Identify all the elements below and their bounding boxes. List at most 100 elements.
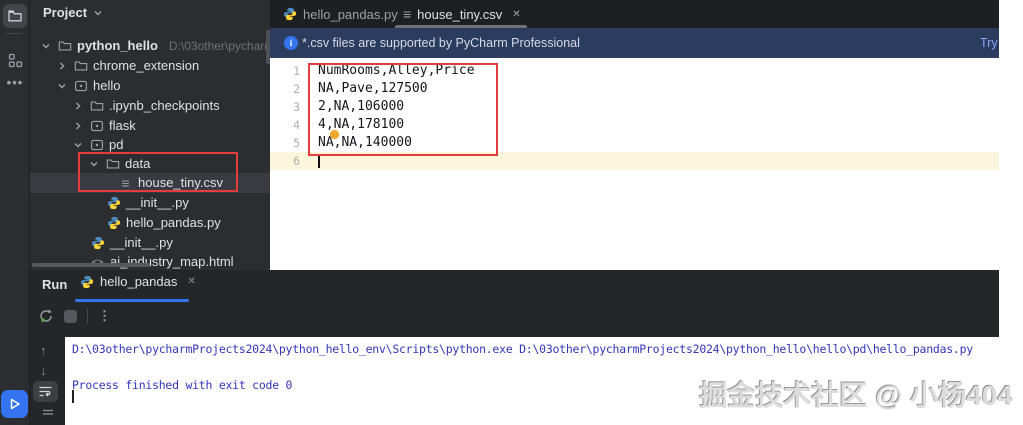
- pycharm-window: ••• Project python_hello D:\03other\pych…: [0, 0, 1023, 425]
- run-tool-button[interactable]: [1, 390, 28, 418]
- chevron-down-icon: [93, 8, 103, 18]
- prev-occurrence-icon[interactable]: ↑: [40, 343, 47, 358]
- line-number: 6: [293, 154, 300, 168]
- csv-file-icon: ≡: [403, 6, 412, 22]
- soft-wrap-button[interactable]: [33, 381, 58, 402]
- info-icon: i: [284, 36, 298, 50]
- code-line: 5 NA,NA,140000: [270, 134, 999, 152]
- tab-house-tiny-csv[interactable]: ≡ house_tiny.csv ✕: [403, 0, 521, 28]
- package-icon: [73, 79, 88, 94]
- code-text: NumRooms,Alley,Price: [318, 63, 475, 78]
- line-number: 5: [293, 136, 300, 150]
- tree-item-hello[interactable]: hello: [56, 76, 120, 96]
- project-panel-title: Project: [43, 5, 88, 20]
- line-number: 2: [293, 82, 300, 96]
- line-number: 1: [293, 64, 300, 78]
- structure-icon: [8, 53, 23, 68]
- tree-item-label: house_tiny.csv: [138, 175, 224, 190]
- editor-content[interactable]: 1 NumRooms,Alley,Price 2 NA,Pave,127500 3 2…: [270, 58, 999, 270]
- tree-item-house-tiny-csv[interactable]: ≡ house_tiny.csv: [30, 173, 270, 193]
- python-file-icon: [80, 275, 94, 289]
- tab-hello-pandas-py[interactable]: hello_pandas.py: [283, 0, 398, 28]
- tree-item-chrome-extension[interactable]: chrome_extension: [56, 56, 199, 76]
- console-caret: [72, 390, 74, 403]
- chevron-right-icon: [56, 60, 68, 72]
- chevron-down-icon: [40, 40, 52, 52]
- folder-icon: [105, 157, 120, 172]
- tree-vertical-scrollbar[interactable]: [266, 30, 270, 64]
- notification-banner: i *.csv files are supported by PyCharm P…: [270, 28, 999, 58]
- run-tab-hello-pandas[interactable]: hello_pandas ✕: [80, 274, 196, 289]
- chevron-right-icon: [72, 120, 84, 132]
- tab-label: hello_pandas.py: [303, 6, 398, 22]
- tree-item-label: python_hello: [77, 38, 158, 53]
- project-panel-header[interactable]: Project: [43, 5, 103, 20]
- editor-area: hello_pandas.py ≡ house_tiny.csv ✕ i *.c…: [270, 0, 999, 270]
- tree-item-label: .ipynb_checkpoints: [109, 98, 220, 113]
- scroll-to-end-icon[interactable]: [42, 409, 54, 419]
- code-line: 3 2,NA,106000: [270, 98, 999, 116]
- python-file-icon: [106, 216, 121, 231]
- close-icon[interactable]: ✕: [187, 276, 195, 287]
- tree-item-ipynb-checkpoints[interactable]: .ipynb_checkpoints: [72, 96, 220, 116]
- play-icon: [8, 397, 22, 411]
- tree-item-label: hello_pandas.py: [126, 215, 221, 230]
- next-occurrence-icon[interactable]: ↓: [40, 363, 47, 378]
- tool-window-stripe: •••: [0, 0, 30, 425]
- tree-item-python-hello[interactable]: python_hello D:\03other\pycharmProje: [40, 36, 270, 56]
- tree-item-label: hello: [93, 78, 121, 93]
- chevron-down-icon: [88, 158, 100, 170]
- tree-item-label: ai_industry_map.html: [110, 254, 234, 269]
- kebab-menu-icon[interactable]: ⋮: [98, 308, 111, 324]
- banner-text: *.csv files are supported by PyCharm Pro…: [302, 36, 580, 50]
- console-status-line: Process finished with exit code 0: [72, 378, 293, 392]
- code-line: 4 4,NA,178100: [270, 116, 999, 134]
- tree-horizontal-scrollbar[interactable]: [32, 263, 150, 267]
- rerun-button[interactable]: [38, 308, 54, 324]
- html-file-icon: <>: [91, 256, 104, 268]
- stripe-divider: [6, 33, 23, 34]
- chevron-down-icon: [56, 80, 68, 92]
- tree-item-data[interactable]: data: [88, 154, 150, 174]
- tree-item-hello-pandas-py[interactable]: hello_pandas.py: [106, 213, 221, 233]
- chevron-right-icon: [72, 100, 84, 112]
- project-tool-button[interactable]: [3, 4, 27, 28]
- tree-item-label: flask: [109, 118, 136, 133]
- tree-item-flask[interactable]: flask: [72, 116, 136, 136]
- more-icon: •••: [6, 74, 24, 90]
- package-icon: [89, 138, 104, 153]
- code-text: 2,NA,106000: [318, 99, 405, 114]
- structure-tool-button[interactable]: [3, 48, 27, 72]
- tree-item-label: __init__.py: [110, 235, 173, 250]
- intention-bulb-icon[interactable]: [330, 130, 339, 139]
- code-text: NA,Pave,127500: [318, 81, 428, 96]
- stop-button[interactable]: [64, 309, 77, 323]
- tree-item-label: __init__.py: [126, 195, 189, 210]
- editor-tab-bar: hello_pandas.py ≡ house_tiny.csv ✕: [270, 0, 999, 28]
- run-panel-title[interactable]: Run: [42, 277, 67, 292]
- watermark-text: 掘金技术社区 @ 小杨404: [699, 380, 1013, 411]
- folder-icon: [73, 59, 88, 74]
- folder-icon: [7, 8, 23, 24]
- code-line: 2 NA,Pave,127500: [270, 80, 999, 98]
- tree-item-label: chrome_extension: [93, 58, 200, 73]
- close-icon[interactable]: ✕: [512, 9, 520, 20]
- python-file-icon: [106, 196, 121, 211]
- code-line: 1 NumRooms,Alley,Price: [270, 62, 999, 80]
- more-tool-windows-button[interactable]: •••: [3, 70, 27, 94]
- tree-item-ai-industry-map-html[interactable]: <> ai_industry_map.html: [90, 252, 234, 270]
- run-tab-label: hello_pandas: [100, 274, 178, 289]
- line-number: 4: [293, 118, 300, 132]
- python-file-icon: [90, 236, 105, 251]
- banner-action-link[interactable]: Try: [980, 36, 998, 50]
- editor-caret: [318, 154, 320, 168]
- python-file-icon: [283, 7, 297, 21]
- tree-item-init-py[interactable]: __init__.py: [106, 193, 189, 213]
- tree-item-label: data: [125, 156, 151, 171]
- tree-item-label: pd: [109, 137, 124, 152]
- csv-file-icon: ≡: [121, 175, 130, 191]
- tree-item-pd[interactable]: pd: [72, 135, 123, 155]
- console-command-line: D:\03other\pycharmProjects2024\python_he…: [72, 342, 973, 356]
- folder-icon: [89, 99, 104, 114]
- tree-item-init-py-2[interactable]: __init__.py: [90, 233, 173, 253]
